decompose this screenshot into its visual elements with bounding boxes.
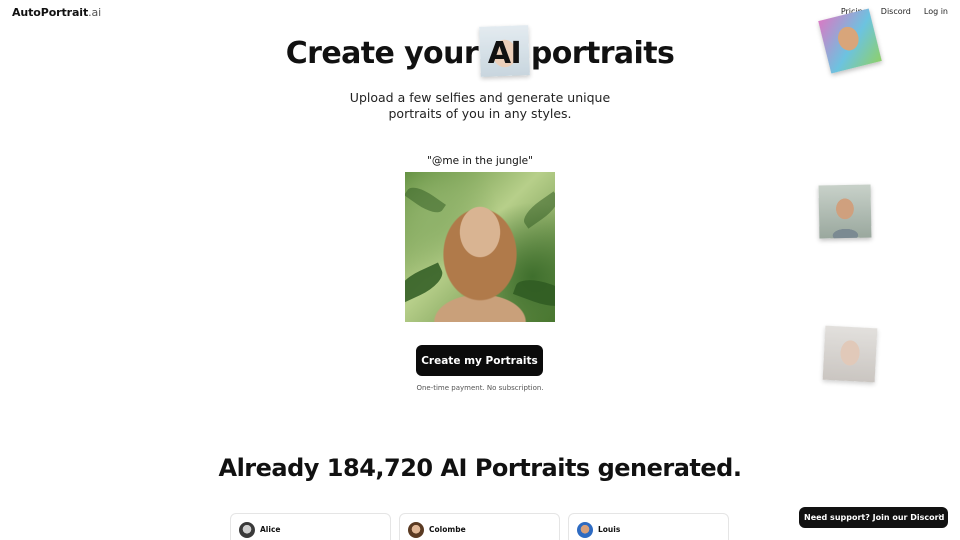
hero-title: Create your AI portraits — [285, 36, 675, 71]
support-discord-button[interactable]: Need support? Join our Discord › — [799, 507, 948, 528]
stats-headline: Already 184,720 AI Portraits generated. — [218, 454, 742, 482]
nav-link-login[interactable]: Log in — [924, 7, 948, 16]
testimonial-card: Alice — [230, 513, 391, 540]
hero-subtitle: Upload a few selfies and generate unique… — [0, 90, 960, 122]
testimonial-cards: Alice Colombe Louis — [230, 513, 729, 540]
floating-portrait-3 — [818, 184, 872, 239]
nav-link-discord[interactable]: Discord — [881, 7, 911, 16]
logo-suffix: .ai — [88, 6, 102, 19]
support-label: Need support? Join our Discord — [804, 513, 945, 522]
top-nav: AutoPortrait.ai Pricing Discord Log in — [0, 0, 960, 24]
hero-subtitle-line2: portraits of you in any styles. — [388, 106, 572, 121]
site-logo[interactable]: AutoPortrait.ai — [12, 6, 101, 19]
example-portrait-image — [405, 172, 555, 322]
testimonial-card: Louis — [568, 513, 729, 540]
create-portraits-button[interactable]: Create my Portraits — [416, 345, 543, 376]
avatar — [239, 522, 255, 538]
chevron-right-icon: › — [938, 511, 942, 522]
testimonial-name: Louis — [598, 525, 621, 534]
floating-portrait-4 — [822, 325, 878, 383]
testimonial-name: Alice — [260, 525, 281, 534]
avatar — [408, 522, 424, 538]
hero-subtitle-line1: Upload a few selfies and generate unique — [349, 90, 611, 105]
logo-main: AutoPortrait — [12, 6, 89, 19]
prompt-caption: "@me in the jungle" — [427, 155, 533, 167]
avatar — [577, 522, 593, 538]
payment-note: One-time payment. No subscription. — [416, 384, 544, 392]
testimonial-card: Colombe — [399, 513, 560, 540]
testimonial-name: Colombe — [429, 525, 466, 534]
